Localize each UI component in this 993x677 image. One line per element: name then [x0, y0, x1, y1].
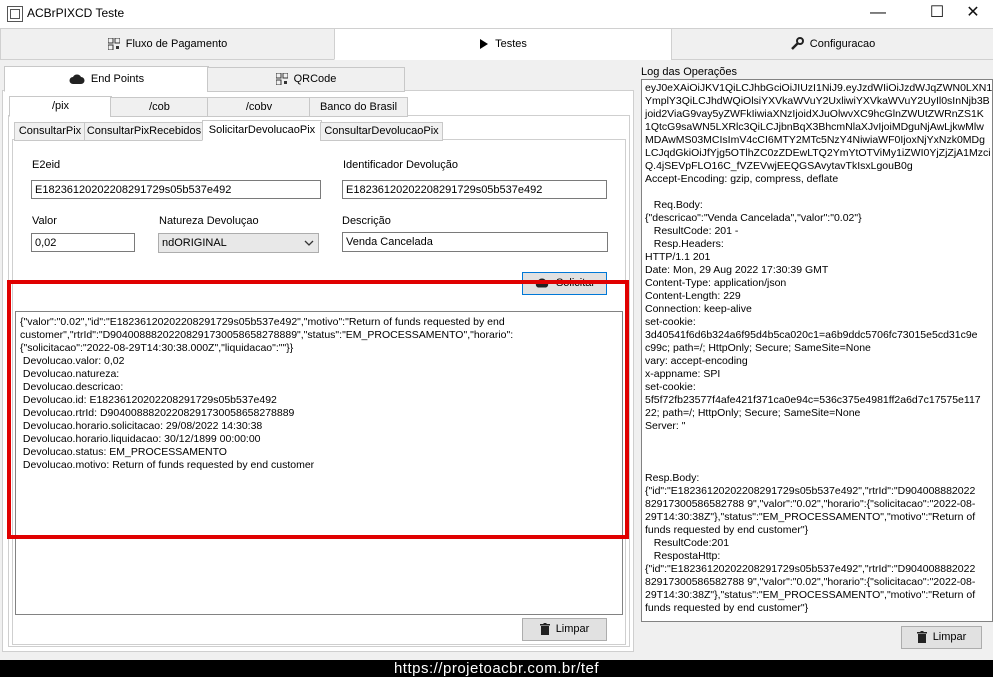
- log-line: {"descricao":"Venda Cancelada","valor":"…: [645, 212, 862, 224]
- chevron-down-icon: [304, 240, 314, 246]
- cloud-icon: [69, 74, 85, 85]
- tab-cob[interactable]: /cob: [110, 97, 209, 117]
- e2eid-input[interactable]: E18236120202208291729s05b537e492: [31, 180, 321, 199]
- log-line: Resp.Body:: [645, 472, 700, 484]
- window-title: ACBrPIXCD Teste: [27, 6, 125, 20]
- log-line: 82917300586582788 9","valor":"0.02","hor…: [645, 576, 976, 588]
- log-line: vary: accept-encoding: [645, 355, 748, 367]
- log-line: joid2ViaG9vay5yZWFkIiwiaXNzIjoidXJuOlwvX…: [645, 108, 984, 120]
- log-line: eyJ0eXAiOiJKV1QiLCJhbGciOiJIUzI1NiJ9.eyJ…: [645, 82, 993, 94]
- log-line: 82917300586582788 9","valor":"0.02","hor…: [645, 498, 976, 510]
- title-bar: ACBrPIXCD Teste — ☐ ✕: [0, 0, 993, 28]
- natureza-devolucao-value: ndORIGINAL: [162, 237, 227, 249]
- log-line: set-cookie:: [645, 316, 696, 328]
- natureza-devolucao-label: Natureza Devoluçao: [159, 215, 259, 227]
- tab-end-points[interactable]: End Points: [4, 66, 209, 92]
- log-line: {"id":"E18236120202208291729s05b537e492"…: [645, 563, 976, 575]
- log-line: ResultCode: 201 -: [645, 225, 739, 237]
- tab-label: Testes: [495, 38, 527, 50]
- log-line: 1QtcG9saWN5LXRlc3QiLCJjbnBqX3BhcmNlaXJvI…: [645, 121, 984, 133]
- limpar-label: Limpar: [555, 623, 590, 635]
- log-limpar-button[interactable]: Limpar: [901, 626, 982, 649]
- main-tab-strip: Fluxo de Pagamento Testes Configuracao: [0, 28, 993, 60]
- descricao-label: Descrição: [342, 215, 391, 227]
- valor-input[interactable]: 0,02: [31, 233, 135, 252]
- log-label: Log das Operações: [641, 66, 738, 78]
- log-line: funds requested by end customer"}: [645, 602, 809, 614]
- app-icon: [7, 6, 23, 22]
- minimize-button[interactable]: —: [855, 0, 901, 28]
- tab-qrcode[interactable]: QRCode: [207, 67, 405, 92]
- qr-grid-icon: [275, 73, 288, 86]
- identificador-devolucao-input[interactable]: E18236120202208291729s05b537e492: [342, 180, 607, 199]
- log-line: 5f5f72fb23577f4afe421f371ca0e94c=536c375…: [645, 394, 981, 406]
- tab-consultardevolucaopix[interactable]: ConsultarDevolucaoPix: [320, 122, 443, 141]
- log-memo[interactable]: eyJ0eXAiOiJKV1QiLCJhbGciOiJIUzI1NiJ9.eyJ…: [641, 79, 993, 622]
- log-line: Content-Type: application/json: [645, 277, 787, 289]
- log-line: 22; path=/; HttpOnly; Secure; SameSite=N…: [645, 407, 861, 419]
- log-line: 29T14:30:38Z"},"status":"EM_PROCESSAMENT…: [645, 511, 976, 523]
- tab-label: Fluxo de Pagamento: [125, 38, 228, 50]
- play-icon: [480, 39, 489, 50]
- valor-label: Valor: [32, 215, 57, 227]
- log-line: MDAwMS03MCIsImV4cCI6MTY2MTc5NzY4NiwiaWF0…: [645, 134, 985, 146]
- natureza-devolucao-select[interactable]: ndORIGINAL: [158, 233, 319, 253]
- eraser-icon: [916, 631, 927, 644]
- tab-fluxo-de-pagamento[interactable]: Fluxo de Pagamento: [0, 28, 335, 60]
- tab-consultarpixrecebidos[interactable]: ConsultarPixRecebidos: [84, 122, 204, 141]
- tab-consultarpix[interactable]: ConsultarPix: [14, 122, 86, 141]
- tab-solicitardevolucaopix[interactable]: SolicitarDevolucaoPix: [202, 120, 322, 141]
- log-line: HTTP/1.1 201: [645, 251, 711, 263]
- tab-pix[interactable]: /pix: [9, 96, 112, 117]
- log-line: Accept-Encoding: gzip, compress, deflate: [645, 173, 839, 185]
- tab-label: End Points: [90, 73, 145, 85]
- tab-configuracao[interactable]: Configuracao: [671, 28, 993, 60]
- eraser-icon: [539, 623, 550, 636]
- log-line: funds requested by end customer"}: [645, 524, 809, 536]
- tab-cobv[interactable]: /cobv: [207, 97, 311, 117]
- tab-banco-do-brasil[interactable]: Banco do Brasil: [309, 97, 408, 117]
- log-line: Content-Length: 229: [645, 290, 741, 302]
- log-line: Date: Mon, 29 Aug 2022 17:30:39 GMT: [645, 264, 829, 276]
- log-line: RespostaHttp:: [645, 550, 721, 562]
- log-line: LCJqdGkiOiJfYjg5OTlhZC0zZDEwLTQ2YmYtOTVi…: [645, 147, 991, 159]
- log-limpar-label: Limpar: [932, 631, 967, 643]
- limpar-button[interactable]: Limpar: [522, 618, 607, 641]
- log-line: Q.4jSEVpFLO16C_fVZEVwjEEQGSAvytavTkIsxLg…: [645, 160, 913, 172]
- log-line: YmplY3QiLCJhdWQiOlsiYXVkaWVuY2UxliwiYXVk…: [645, 95, 990, 107]
- tab-label: QRCode: [293, 73, 337, 85]
- wrench-icon: [790, 37, 804, 50]
- log-line: Connection: keep-alive: [645, 303, 752, 315]
- qr-grid-icon: [107, 38, 120, 51]
- log-line: x-appname: SPI: [645, 368, 721, 380]
- log-line: 29T14:30:38Z"},"status":"EM_PROCESSAMENT…: [645, 589, 976, 601]
- tab-label: Configuracao: [809, 38, 876, 50]
- log-line: {"id":"E18236120202208291729s05b537e492"…: [645, 485, 976, 497]
- log-line: Server: ": [645, 420, 686, 432]
- e2eid-label: E2eid: [32, 159, 61, 171]
- log-lines: eyJ0eXAiOiJKV1QiLCJhbGciOiJIUzI1NiJ9.eyJ…: [645, 82, 992, 615]
- log-line: ResultCode:201: [645, 537, 730, 549]
- highlight-box: [7, 280, 629, 539]
- log-line: c99c; path=/; HttpOnly; Secure; SameSite…: [645, 342, 871, 354]
- descricao-input[interactable]: Venda Cancelada: [342, 232, 608, 252]
- identificador-devolucao-label: Identificador Devolução: [343, 159, 458, 171]
- log-line: Resp.Headers:: [645, 238, 724, 250]
- tab-testes[interactable]: Testes: [334, 28, 672, 60]
- log-line: Req.Body:: [645, 199, 703, 211]
- close-button[interactable]: ✕: [950, 0, 993, 28]
- footer-url: https://projetoacbr.com.br/tef: [0, 660, 993, 677]
- log-line: 3d40541f6d6b324a6f95d4b5ca020c1=a6b9ddc5…: [645, 329, 978, 341]
- log-line: set-cookie:: [645, 381, 696, 393]
